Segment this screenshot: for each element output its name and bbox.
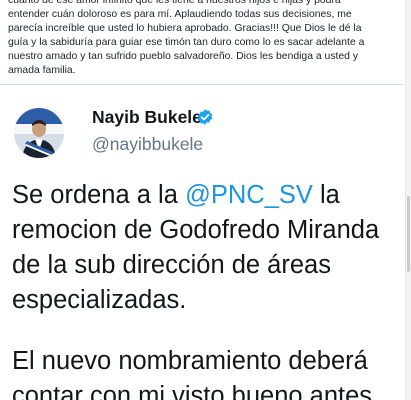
comment-line: cuanto de ese amor infinito que les tien… (8, 0, 341, 6)
comment-line: amada familia. (8, 65, 76, 76)
tweet-paragraph: El nuevo nombramiento deberá contar con … (12, 347, 373, 400)
tweet-body: Se ordena a la @PNC_SV la remocion de Go… (12, 178, 402, 400)
comment-line: entender cuán doloroso es para mí. Aplau… (8, 9, 352, 20)
user-handle[interactable]: @nayibbukele (92, 134, 203, 155)
comment-line: parecía increíble que usted lo hubiera a… (8, 23, 362, 34)
comment-line: nuestro amado y tan sufrido pueblo salva… (8, 51, 359, 62)
verified-badge-icon (197, 109, 213, 125)
tweet-text-segment: Se ordena a la (12, 181, 185, 209)
comment-text: cuanto de ese amor infinito que les tien… (8, 0, 403, 78)
screenshot-page: cuanto de ese amor infinito que les tien… (0, 0, 411, 400)
profile-avatar[interactable] (14, 108, 64, 158)
embedded-tweet[interactable]: Nayib Bukele @nayibbukele Se ordena a la… (0, 84, 403, 400)
scrollbar-thumb[interactable] (407, 196, 410, 272)
tweet-paragraph: Se ordena a la @PNC_SV la remocion de Go… (12, 178, 402, 318)
mention-link[interactable]: @PNC_SV (185, 181, 313, 209)
profile-photo (14, 108, 64, 158)
comment-line: guía y la sabiduría para guiar ese timón… (8, 37, 365, 48)
display-name[interactable]: Nayib Bukele (92, 107, 202, 128)
